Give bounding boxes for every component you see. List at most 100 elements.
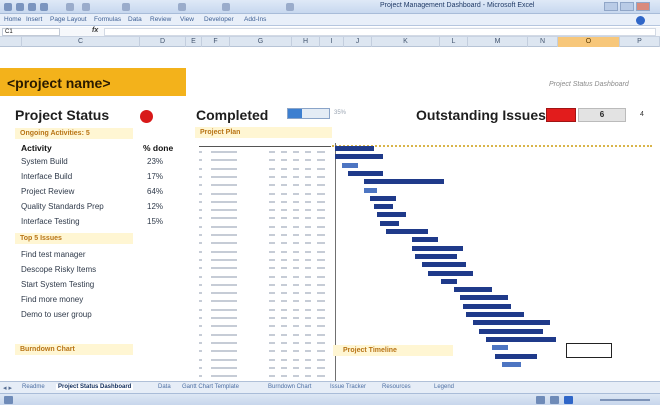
project-plan-cell [269,192,275,195]
gantt-bar [335,146,374,151]
formula-input[interactable] [104,28,656,36]
project-plan-label: Project Plan [195,127,332,138]
ribbon-tab-developer[interactable]: Developer [204,16,234,23]
ribbon-tab-insert[interactable]: Insert [26,16,42,23]
select-all-corner[interactable] [0,37,22,47]
ribbon-tab-view[interactable]: View [180,16,194,23]
project-plan-cell [293,234,299,236]
project-plan-cell [211,159,237,162]
toolbar-icon[interactable] [222,3,230,11]
project-plan-cell [281,234,287,236]
ribbon-tab-page-layout[interactable]: Page Layout [50,16,87,23]
project-plan-cell [281,325,287,328]
project-plan-cell [281,217,287,220]
timeline-selection-box[interactable] [566,343,612,358]
sheet-nav-arrows[interactable]: ◂ ▸ [3,384,12,392]
column-header-c[interactable]: C [22,37,140,47]
column-header-p[interactable]: P [620,37,660,47]
column-header-n[interactable]: N [528,37,558,47]
project-plan-cell [211,184,237,187]
excel-logo-icon[interactable] [4,3,12,11]
sheet-tab-readme[interactable]: Readme [22,384,45,390]
ribbon-tab-add-ins[interactable]: Add-Ins [244,16,266,23]
project-plan-cell [305,308,311,311]
toolbar-icon[interactable] [82,3,90,11]
project-plan-cell [293,300,299,303]
project-plan-cell [281,283,287,286]
project-plan-cell [281,358,287,361]
project-plan-cell [305,159,311,162]
undo-icon[interactable] [28,3,36,11]
project-plan-cell [293,167,299,170]
sheet-tab-data[interactable]: Data [158,384,171,390]
project-plan-cell [269,292,275,295]
project-plan-cell [305,300,311,303]
page-layout-view-icon[interactable] [550,396,559,404]
fx-icon[interactable]: fx [92,27,98,34]
gantt-bar [370,195,396,201]
column-header-h[interactable]: H [292,37,320,47]
ribbon: Home Insert Page Layout Formulas Data Re… [0,14,660,26]
column-header-f[interactable]: F [202,37,230,47]
project-plan-cell [305,242,311,245]
zoom-slider[interactable] [600,399,650,401]
normal-view-icon[interactable] [536,396,545,404]
project-plan-cell [281,209,287,212]
project-plan-cell [281,159,287,162]
project-plan-cell [199,366,202,369]
minimize-button[interactable] [604,2,618,11]
ribbon-tab-home[interactable]: Home [4,16,21,23]
sheet-tab-issues[interactable]: Issue Tracker [330,384,366,390]
toolbar-icon[interactable] [286,3,294,11]
project-plan-cell [269,184,275,187]
burndown-chart-label: Burndown Chart [15,344,133,355]
project-plan-row [199,157,331,164]
page-break-view-icon[interactable] [564,396,573,404]
project-plan-cell [269,350,275,353]
column-header-e[interactable]: E [186,37,202,47]
project-plan-cell [269,283,275,286]
sheet-tab-resources[interactable]: Resources [382,384,411,390]
ribbon-tab-review[interactable]: Review [150,16,171,23]
toolbar-icon[interactable] [178,3,186,11]
name-box[interactable]: C1 [2,28,60,36]
sheet-tab-dashboard[interactable]: Project Status Dashboard [56,384,134,390]
column-header-k[interactable]: K [372,37,440,47]
project-plan-row [199,282,331,289]
project-plan-cell [281,375,287,378]
gantt-bar [421,262,467,268]
column-header-i[interactable]: I [320,37,344,47]
project-plan-cell [281,292,287,295]
project-plan-cell [199,258,202,261]
project-plan-cell [281,151,287,153]
project-plan-cell [199,317,202,319]
ribbon-tab-formulas[interactable]: Formulas [94,16,121,23]
maximize-button[interactable] [620,2,634,11]
project-plan-cell [305,258,311,261]
help-icon[interactable] [636,16,645,25]
sheet-tab-legend[interactable]: Legend [434,384,454,390]
sheet-tab-gantt[interactable]: Gantt Chart Template [182,384,239,390]
close-button[interactable] [636,2,650,11]
project-plan-cell [269,317,275,319]
gantt-bar [428,270,473,276]
project-plan-cell [293,242,299,245]
toolbar-icon[interactable] [122,3,130,11]
project-name-banner[interactable]: <project name> [0,68,186,96]
redo-icon[interactable] [40,3,48,11]
column-header-d[interactable]: D [140,37,186,47]
column-header-o[interactable]: O [558,37,620,47]
ribbon-tab-data[interactable]: Data [128,16,142,23]
save-icon[interactable] [16,3,24,11]
column-header-j[interactable]: J [344,37,372,47]
worksheet[interactable]: <project name> Project Status Dashboard … [0,47,660,383]
project-plan-cell [293,258,299,261]
outstanding-issues-side-value: 4 [640,111,644,118]
sheet-tab-burndown[interactable]: Burndown Chart [268,384,311,390]
project-plan-cell [317,292,325,295]
column-header-g[interactable]: G [230,37,292,47]
toolbar-icon[interactable] [66,3,74,11]
project-plan-cell [293,151,299,153]
column-header-m[interactable]: M [468,37,528,47]
column-header-l[interactable]: L [440,37,468,47]
